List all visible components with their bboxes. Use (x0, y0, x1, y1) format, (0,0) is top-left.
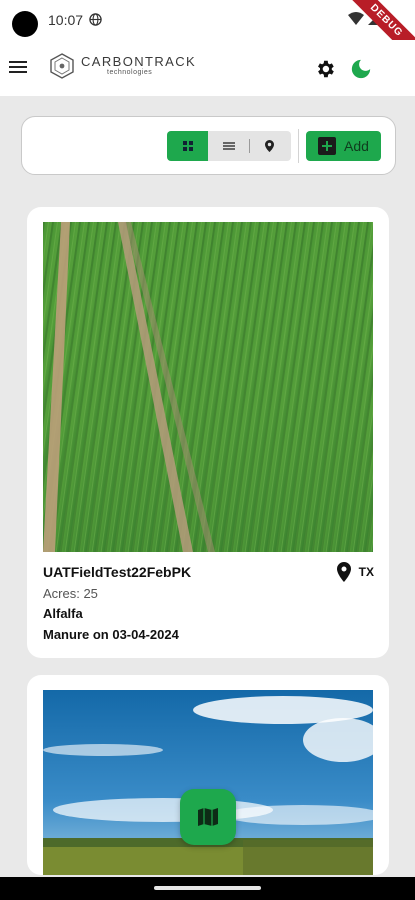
home-gesture-bar[interactable] (154, 886, 261, 890)
field-card[interactable] (27, 675, 389, 875)
list-view-button[interactable] (208, 131, 249, 161)
location-pin-icon (265, 140, 274, 152)
app-bar: CARBONTRACK technologies (0, 40, 415, 96)
field-photo (43, 222, 373, 552)
field-state: TX (358, 565, 374, 579)
logo-subtitle: technologies (107, 69, 153, 76)
app-logo: CARBONTRACK technologies (50, 53, 196, 79)
field-name: UATFieldTest22FebPK (43, 564, 192, 580)
field-acres: Acres: 25 (43, 586, 98, 601)
grid-icon (182, 141, 193, 151)
field-photo (43, 690, 373, 875)
grid-view-button[interactable] (167, 131, 208, 161)
field-card[interactable]: UATFieldTest22FebPK TX Acres: 25 Alfalfa… (27, 207, 389, 658)
map-icon (198, 808, 218, 826)
add-field-button[interactable]: Add (306, 131, 381, 161)
gear-icon[interactable] (314, 58, 336, 80)
plus-box-icon (318, 137, 337, 155)
view-toolbar: Add (21, 116, 396, 175)
map-fab-button[interactable] (180, 789, 236, 845)
globe-icon (89, 13, 102, 26)
logo-wordmark: CARBONTRACK (81, 54, 197, 69)
system-nav-bar (0, 877, 415, 900)
list-icon (222, 142, 235, 150)
view-toggle (167, 131, 291, 161)
camera-cutout (12, 11, 38, 37)
status-bar: 10:07 DEBUG (0, 0, 415, 67)
field-activity: Manure on 03-04-2024 (43, 627, 179, 642)
toolbar-divider (298, 129, 299, 163)
moon-icon[interactable] (350, 58, 372, 80)
status-time: 10:07 (48, 12, 84, 28)
wifi-icon (348, 12, 364, 25)
field-location: TX (336, 562, 374, 582)
logo-hexagon-icon (50, 53, 74, 79)
menu-icon[interactable] (9, 58, 29, 76)
field-crop: Alfalfa (43, 606, 83, 621)
location-pin-icon (336, 562, 351, 582)
map-view-button[interactable] (249, 131, 290, 161)
add-button-label: Add (344, 138, 369, 154)
